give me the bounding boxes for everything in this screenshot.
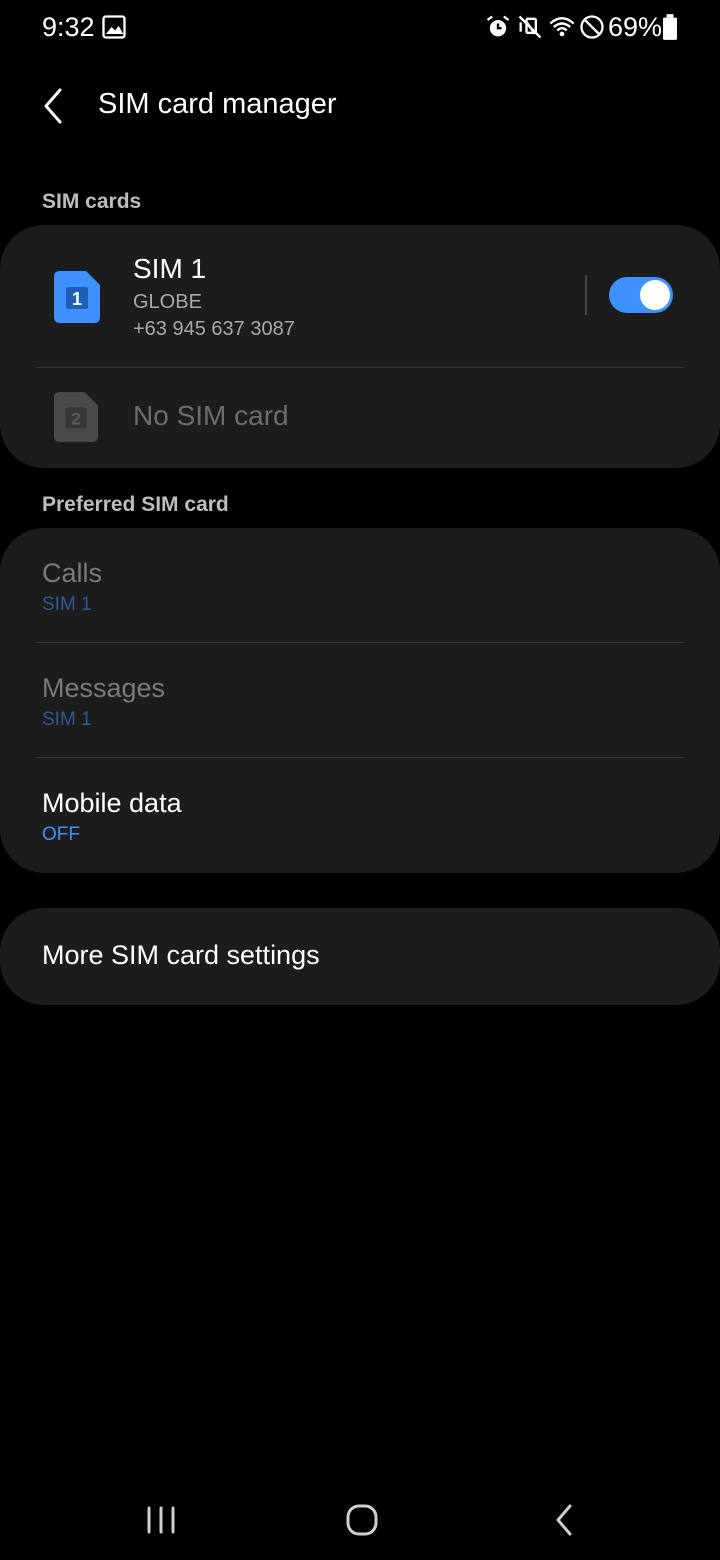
calls-row: Calls SIM 1 [0,528,720,642]
sim1-toggle[interactable] [609,277,673,313]
home-icon[interactable] [338,1496,386,1544]
sim2-label: No SIM card [133,400,289,431]
toggle-separator [585,275,587,315]
status-bar: 9:32 69% [0,0,720,56]
sim-card-1-icon: 1 [54,271,100,323]
messages-title: Messages [42,673,166,703]
messages-value: SIM 1 [42,709,92,730]
preferred-sim-card: Calls SIM 1 Messages SIM 1 Mobile data O… [0,528,720,873]
preferred-sim-section-label: Preferred SIM card [42,493,229,516]
sim-cards-section-label: SIM cards [42,190,142,213]
battery-icon [663,14,677,40]
sim1-name: SIM 1 [133,253,207,284]
mobile-data-title: Mobile data [42,788,182,818]
sim1-row[interactable]: 1 SIM 1 GLOBE +63 945 637 3087 [0,225,560,367]
wifi-icon [549,17,575,37]
alarm-icon [486,15,510,37]
sim1-carrier: GLOBE [133,291,202,313]
vibrate-off-icon [518,15,542,39]
image-icon [102,15,126,39]
battery-percent: 69% [608,12,663,42]
svg-text:1: 1 [72,289,82,309]
back-arrow-icon[interactable] [30,82,78,130]
sim1-phone-number: +63 945 637 3087 [133,318,295,340]
do-not-disturb-icon [580,15,604,39]
calls-value: SIM 1 [42,594,92,615]
sim-cards-card: 1 SIM 1 GLOBE +63 945 637 3087 2 No SIM … [0,225,720,468]
page-title: SIM card manager [98,88,337,120]
more-sim-settings-label: More SIM card settings [42,940,320,970]
sim2-row: 2 No SIM card [0,368,720,468]
toggle-knob [640,280,670,310]
sim-card-2-icon: 2 [54,392,98,442]
navigation-bar [0,1480,720,1560]
mobile-data-value: OFF [42,824,80,845]
app-header: SIM card manager [0,72,720,136]
more-sim-settings-button[interactable]: More SIM card settings [0,908,720,1005]
recent-apps-icon[interactable] [137,1496,185,1544]
calls-title: Calls [42,558,103,588]
mobile-data-row[interactable]: Mobile data OFF [0,758,720,873]
back-icon[interactable] [540,1496,588,1544]
svg-text:2: 2 [71,409,81,429]
messages-row: Messages SIM 1 [0,643,720,757]
status-time: 9:32 [42,12,95,42]
